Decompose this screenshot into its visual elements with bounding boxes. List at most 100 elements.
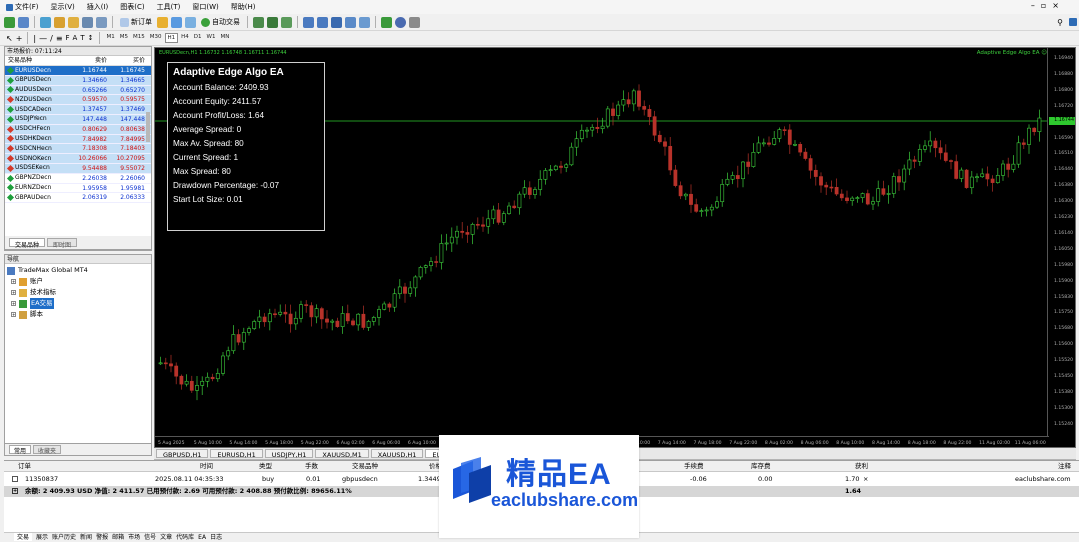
minimize-icon[interactable]: –: [1031, 1, 1035, 10]
text-tool-icon[interactable]: A: [73, 34, 78, 42]
col-time[interactable]: 时间: [200, 461, 213, 472]
chart-shift-icon[interactable]: [359, 16, 370, 28]
autoscroll-icon[interactable]: [345, 16, 356, 28]
nav-item-1[interactable]: + 账户: [5, 276, 151, 287]
candle-body: [668, 146, 673, 171]
market-watch-icon[interactable]: [40, 16, 51, 28]
tab-favorites[interactable]: 收藏夹: [33, 445, 62, 455]
close-order-icon[interactable]: ×: [863, 473, 868, 485]
tile-windows-icon[interactable]: [331, 16, 342, 28]
timeframe-h4[interactable]: H4: [179, 33, 191, 43]
market-watch-scrollbar[interactable]: [146, 112, 150, 142]
col-commission[interactable]: 手续费: [684, 461, 704, 472]
new-order-button[interactable]: 新订单: [118, 17, 154, 27]
channel-icon[interactable]: ≡: [56, 34, 63, 43]
fibonacci-icon[interactable]: F: [66, 34, 70, 42]
bid-price: 9.54488: [82, 164, 107, 172]
expand-icon[interactable]: +: [11, 312, 16, 317]
price-tick-label: 1.15680: [1054, 326, 1073, 332]
col-order[interactable]: 订单: [18, 461, 31, 472]
strategy-tester-icon[interactable]: [96, 16, 107, 28]
crosshair-icon[interactable]: +: [16, 34, 23, 43]
bar-chart-icon[interactable]: [253, 16, 264, 28]
menu-item-6[interactable]: 帮助(H): [225, 0, 262, 14]
zoom-in-icon[interactable]: [303, 16, 314, 28]
market-watch-row[interactable]: GBPAUDecn 2.06319 2.06333: [5, 193, 151, 204]
nav-item-0[interactable]: TradeMax Global MT4: [5, 265, 151, 276]
expand-icon[interactable]: +: [11, 301, 16, 306]
candlestick-icon[interactable]: [267, 16, 278, 28]
price-chart[interactable]: EURUSDecn,H1 1.16732 1.16748 1.16711 1.1…: [154, 47, 1076, 448]
symbol-icon: [6, 66, 15, 74]
tab-common[interactable]: 常用: [9, 445, 32, 455]
nav-item-4[interactable]: + 脚本: [5, 309, 151, 320]
col-comment[interactable]: 注释: [1058, 461, 1071, 472]
community-icon[interactable]: [1069, 18, 1077, 26]
col-symbol[interactable]: 交易品种: [352, 461, 378, 472]
col-type[interactable]: 类型: [259, 461, 272, 472]
indicators-icon[interactable]: [381, 16, 392, 28]
search-icon[interactable]: ⚲: [1057, 18, 1063, 27]
restore-icon[interactable]: ▫: [1041, 1, 1046, 10]
templates-icon[interactable]: [409, 16, 420, 28]
metaeditor-icon[interactable]: [185, 16, 196, 28]
tab-symbols[interactable]: 交易品种: [9, 238, 46, 249]
candle-body: [813, 169, 818, 177]
chart-tab[interactable]: EURUSD,H1: [210, 449, 263, 459]
auto-trading-button[interactable]: 自动交易: [199, 17, 242, 27]
menu-item-4[interactable]: 工具(T): [151, 0, 187, 14]
col-lots[interactable]: 手数: [305, 461, 318, 472]
nav-item-3[interactable]: + EA交易: [5, 298, 151, 309]
vertical-line-icon[interactable]: |: [33, 34, 36, 43]
new-chart-icon[interactable]: [4, 16, 15, 28]
candle-body: [808, 158, 813, 171]
timeframe-m5[interactable]: M5: [118, 33, 130, 43]
candle-body: [943, 152, 948, 161]
data-window-icon[interactable]: [54, 16, 65, 28]
close-icon[interactable]: ×: [1052, 1, 1059, 10]
col-symbol[interactable]: 交易品种: [5, 56, 73, 65]
profiles-icon[interactable]: [18, 16, 29, 28]
menu-item-0[interactable]: 文件(F): [0, 0, 45, 14]
market-icon[interactable]: [171, 16, 182, 28]
chart-tab[interactable]: GBPUSD,H1: [156, 449, 209, 459]
menu-item-2[interactable]: 插入(I): [81, 0, 115, 14]
timeframe-h1[interactable]: H1: [164, 33, 179, 43]
expand-icon[interactable]: +: [11, 279, 16, 284]
candle-body: [247, 328, 251, 333]
candle-body: [241, 332, 246, 343]
periods-icon[interactable]: [395, 16, 406, 28]
signals-icon[interactable]: [157, 16, 168, 28]
candle-body: [314, 308, 319, 318]
timeframe-m1[interactable]: M1: [105, 33, 117, 43]
chart-tab[interactable]: USDJPY,H1: [264, 449, 314, 459]
col-bid[interactable]: 卖价: [73, 56, 109, 65]
menu-item-1[interactable]: 显示(V): [45, 0, 81, 14]
col-ask[interactable]: 买价: [109, 56, 147, 65]
expand-icon[interactable]: +: [11, 290, 16, 295]
timeframe-m30[interactable]: M30: [148, 33, 164, 43]
nav-item-2[interactable]: + 技术指标: [5, 287, 151, 298]
col-profit[interactable]: 获利: [855, 461, 868, 472]
timeframe-d1[interactable]: D1: [192, 33, 204, 43]
navigator-icon[interactable]: [68, 16, 79, 28]
horizontal-line-icon[interactable]: —: [39, 34, 47, 43]
timeframe-w1[interactable]: W1: [205, 33, 218, 43]
menu-item-5[interactable]: 窗口(W): [186, 0, 224, 14]
chart-tab[interactable]: XAUUSD,H1: [370, 449, 424, 459]
col-swap[interactable]: 库存费: [751, 461, 771, 472]
timeframe-mn[interactable]: MN: [218, 33, 231, 43]
symbol-icon: [6, 76, 15, 84]
label-tool-icon[interactable]: T: [80, 34, 84, 42]
timeframe-m15[interactable]: M15: [131, 33, 147, 43]
cursor-icon[interactable]: ↖: [6, 34, 13, 43]
zoom-out-icon[interactable]: [317, 16, 328, 28]
line-chart-icon[interactable]: [281, 16, 292, 28]
menu-item-3[interactable]: 图表(C): [114, 0, 150, 14]
terminal-icon[interactable]: [82, 16, 93, 28]
symbol-name: USDCHFecn: [15, 125, 51, 133]
tab-tick-chart[interactable]: 即时图: [47, 238, 78, 249]
trendline-icon[interactable]: /: [50, 34, 53, 43]
arrows-icon[interactable]: ↕: [88, 34, 94, 42]
chart-tab[interactable]: XAUUSD,M1: [315, 449, 369, 459]
